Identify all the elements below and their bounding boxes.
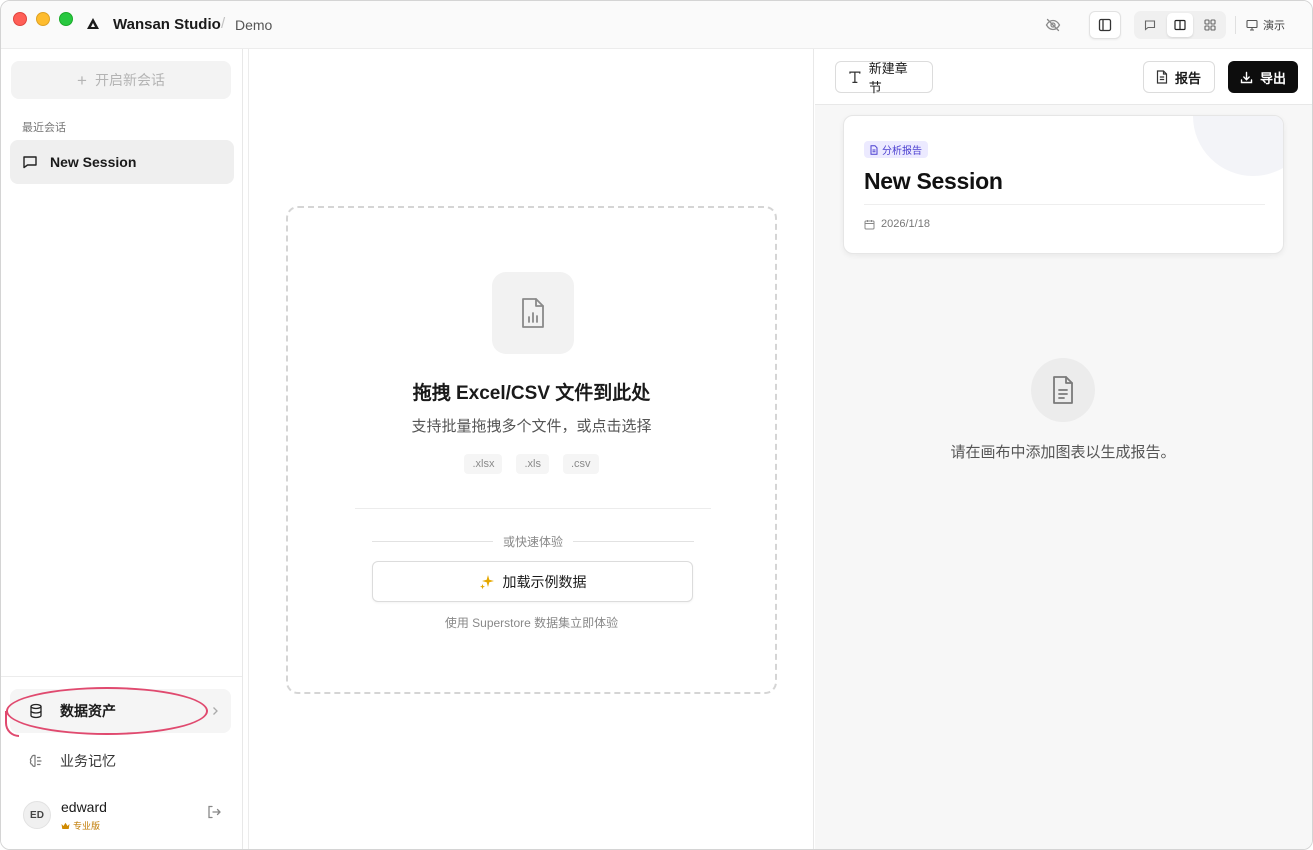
load-sample-data-button[interactable]: 加载示例数据 [372,561,693,602]
sidebar-item-data-assets[interactable]: 数据资产 [10,689,231,733]
new-section-label: 新建章节 [868,61,908,95]
zoom-window-button[interactable] [59,12,73,26]
close-window-button[interactable] [13,12,27,26]
minimize-window-button[interactable] [36,12,50,26]
layout-switcher [1134,11,1226,39]
report-header-card[interactable]: 分析报告 New Session 2026/1/18 [843,115,1284,254]
canvas-panel: 拖拽 Excel/CSV 文件到此处 支持批量拖拽多个文件，或点击选择 .xls… [248,49,814,849]
toolbar-divider [1235,16,1236,34]
chat-bubble-icon [23,156,37,169]
plus-icon: + [77,70,87,90]
file-extension-list: .xlsx .xls .csv [288,454,775,474]
report-panel: 新建章节 报告 导出 分析报告 New Session 2026/1/18 请在… [815,49,1312,849]
extension-tag: .xlsx [464,454,503,474]
data-assets-label: 数据资产 [60,703,116,719]
chevron-right-icon [211,703,219,721]
toggle-sidebar-button[interactable] [1089,11,1121,39]
sparkles-icon [479,574,494,589]
user-name: edward [61,799,107,815]
report-label: 报告 [1175,70,1202,86]
present-button[interactable]: 演示 [1246,17,1285,33]
sidebar-divider [1,676,242,677]
empty-report-icon [1031,358,1095,422]
sidebar: + 开启新会话 最近会话 New Session 数据资产 业务记忆 ED ed… [1,49,243,849]
report-date: 2026/1/18 [864,218,930,230]
empty-report-message: 请在画布中添加图表以生成报告。 [950,444,1176,461]
app-logo-icon [87,18,99,29]
or-separator: 或快速体验 [372,533,695,550]
dropzone-title: 拖拽 Excel/CSV 文件到此处 [412,383,651,404]
breadcrumb-separator: / [221,15,226,32]
new-section-button[interactable]: 新建章节 [835,61,933,95]
report-type-badge: 分析报告 [864,141,928,158]
spreadsheet-file-icon [492,272,574,354]
card-decoration [1193,116,1283,176]
layout-split-button[interactable] [1167,13,1193,37]
avatar: ED [23,801,51,829]
sidebar-item-session[interactable]: New Session [10,140,234,184]
plan-badge: 专业版 [61,819,100,832]
logout-icon[interactable] [206,804,222,825]
export-label: 导出 [1259,70,1286,86]
crown-icon [61,822,70,829]
extension-tag: .csv [562,454,599,474]
new-chat-label: 开启新会话 [94,72,165,88]
dropzone-subtitle: 支持批量拖拽多个文件，或点击选择 [411,418,652,435]
calendar-icon [864,219,875,229]
report-toolbar: 新建章节 报告 导出 [815,49,1312,105]
database-icon [30,703,42,719]
eye-off-icon[interactable] [1043,15,1063,35]
extension-tag: .xls [516,454,549,474]
app-title: Wansan Studio [113,16,221,33]
text-type-icon [849,71,861,84]
or-label: 或快速体验 [503,535,564,549]
sample-data-note: 使用 Superstore 数据集立即体验 [444,616,619,630]
load-sample-label: 加载示例数据 [502,573,587,590]
report-button[interactable]: 报告 [1143,61,1215,93]
badge-label: 分析报告 [882,146,922,157]
document-icon [870,144,878,155]
report-title[interactable]: New Session [864,168,1003,195]
layout-chat-button[interactable] [1137,13,1163,37]
report-date-value: 2026/1/18 [881,218,930,230]
plan-label: 专业版 [73,821,101,831]
or-line-left [372,541,493,542]
business-memory-label: 业务记忆 [60,753,116,769]
app-window: Wansan Studio / Demo 演示 + 开启新会话 最近会话 New… [0,0,1313,850]
layout-grid-button[interactable] [1197,13,1223,37]
breadcrumb-project[interactable]: Demo [235,17,272,33]
card-divider [864,204,1265,205]
sidebar-item-business-memory[interactable]: 业务记忆 [10,739,231,783]
document-icon [1156,70,1168,84]
session-label: New Session [50,154,137,170]
present-label: 演示 [1263,20,1285,32]
title-bar: Wansan Studio / Demo 演示 [1,1,1312,49]
or-line-right [573,541,695,542]
presentation-icon [1246,19,1258,31]
dropzone-divider [355,508,711,509]
download-icon [1240,71,1253,83]
user-profile[interactable]: ED edward 专业版 [23,799,233,839]
export-button[interactable]: 导出 [1228,61,1298,93]
brain-icon [29,754,42,767]
file-dropzone[interactable]: 拖拽 Excel/CSV 文件到此处 支持批量拖拽多个文件，或点击选择 .xls… [286,206,777,694]
recent-sessions-heading: 最近会话 [22,122,66,134]
new-chat-button[interactable]: + 开启新会话 [11,61,231,99]
